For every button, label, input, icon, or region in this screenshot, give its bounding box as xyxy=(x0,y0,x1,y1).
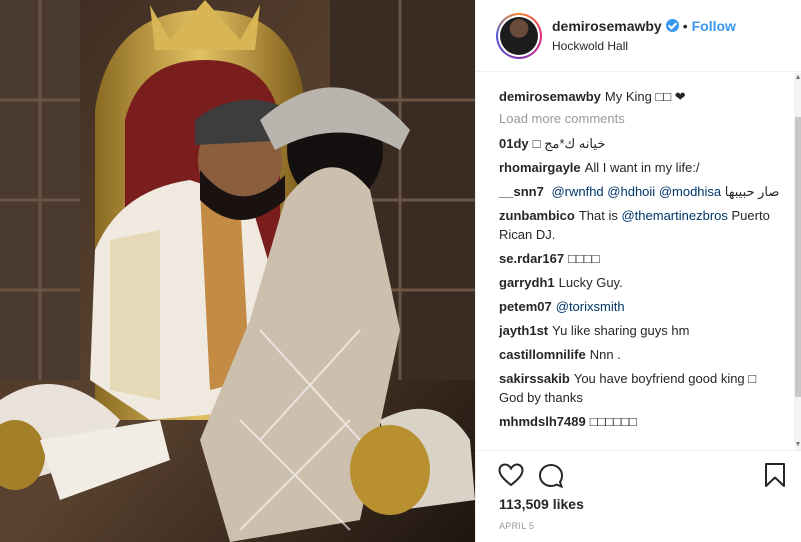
likes-count[interactable]: 113,509 likes xyxy=(499,496,584,512)
load-more-comments-button[interactable]: Load more comments xyxy=(499,111,780,126)
comment-username[interactable]: 01dy xyxy=(499,136,529,151)
post-header: demirosemawby • Follow Hockwold Hall xyxy=(476,0,801,72)
post-date: APRIL 5 xyxy=(499,521,535,531)
comment-username[interactable]: mhmdslh7489 xyxy=(499,414,586,429)
avatar[interactable] xyxy=(496,13,542,59)
comment-text: Yu like sharing guys hm xyxy=(552,323,690,338)
scroll-thumb[interactable] xyxy=(795,117,801,397)
comment-item: mhmdslh7489 □□□□□□ xyxy=(499,412,780,431)
comment-text: □□□□□□ xyxy=(589,414,637,429)
post-actions: 113,509 likes APRIL 5 xyxy=(476,450,801,542)
post-photo[interactable] xyxy=(0,0,475,542)
comment-username[interactable]: jayth1st xyxy=(499,323,548,338)
comment-item: petem07 @torixsmith xyxy=(499,297,780,316)
comment-item: __snn7 @rwnfhd @hdhoii @modhisa صار حبيب… xyxy=(499,182,780,201)
comment-username[interactable]: garrydh1 xyxy=(499,275,555,290)
post-photo-illustration xyxy=(0,0,475,542)
comments-scrollbar[interactable]: ▲ ▼ xyxy=(794,73,801,450)
comment-mention[interactable]: @rwnfhd xyxy=(551,184,603,199)
heart-icon[interactable] xyxy=(498,463,524,492)
follow-button[interactable]: Follow xyxy=(692,18,736,34)
comment-username[interactable]: __snn7 xyxy=(499,184,544,199)
comment-text: That is xyxy=(578,208,618,223)
comment-text: خيانه ك*مج □ xyxy=(532,136,606,151)
comment-mention[interactable]: @modhisa xyxy=(659,184,721,199)
comment-mention[interactable]: @themartinezbros xyxy=(621,208,727,223)
bookmark-icon[interactable] xyxy=(764,462,786,493)
comment-username[interactable]: castillomnilife xyxy=(499,347,586,362)
comment-username[interactable]: rhomairgayle xyxy=(499,160,581,175)
comment-text: Lucky Guy. xyxy=(558,275,623,290)
comment-icon[interactable] xyxy=(538,463,564,494)
comment-username[interactable]: sakirssakib xyxy=(499,371,570,386)
comments-list[interactable]: demirosemawby My King □□ ❤ Load more comm… xyxy=(476,73,794,450)
comment-item: se.rdar167 □□□□ xyxy=(499,249,780,268)
comment-item: garrydh1 Lucky Guy. xyxy=(499,273,780,292)
comment-item: castillomnilife Nnn . xyxy=(499,345,780,364)
post-location[interactable]: Hockwold Hall xyxy=(552,39,628,53)
scroll-down-arrow-icon[interactable]: ▼ xyxy=(794,440,801,450)
comment-username[interactable]: se.rdar167 xyxy=(499,251,564,266)
author-username[interactable]: demirosemawby xyxy=(552,18,662,34)
caption-text: My King □□ ❤ xyxy=(604,89,686,104)
caption: demirosemawby My King □□ ❤ xyxy=(499,87,780,106)
comment-mention[interactable]: @torixsmith xyxy=(556,299,625,314)
comment-username[interactable]: petem07 xyxy=(499,299,552,314)
avatar-image xyxy=(500,17,538,55)
comment-item: sakirssakib You have boyfriend good king … xyxy=(499,369,780,407)
comment-text: صار حبيبها xyxy=(724,184,780,199)
avatar-frame xyxy=(498,15,540,57)
comment-item: zunbambico That is @themartinezbros Puert… xyxy=(499,206,780,244)
scroll-up-arrow-icon[interactable]: ▲ xyxy=(794,73,801,83)
comment-username[interactable]: zunbambico xyxy=(499,208,575,223)
comment-item: 01dy خيانه ك*مج □ xyxy=(499,134,780,153)
post-side-panel: demirosemawby • Follow Hockwold Hall demir… xyxy=(475,0,801,542)
caption-username[interactable]: demirosemawby xyxy=(499,89,601,104)
comment-text: Nnn . xyxy=(589,347,621,362)
comment-text: All I want in my life:/ xyxy=(584,160,700,175)
comment-text: □□□□ xyxy=(568,251,600,266)
post-author: demirosemawby • Follow xyxy=(552,18,736,34)
separator-dot: • xyxy=(682,18,688,34)
comment-item: jayth1st Yu like sharing guys hm xyxy=(499,321,780,340)
comment-mention[interactable]: @hdhoii xyxy=(607,184,655,199)
comment-item: rhomairgayle All I want in my life:/ xyxy=(499,158,780,177)
verified-badge-icon xyxy=(665,19,679,32)
